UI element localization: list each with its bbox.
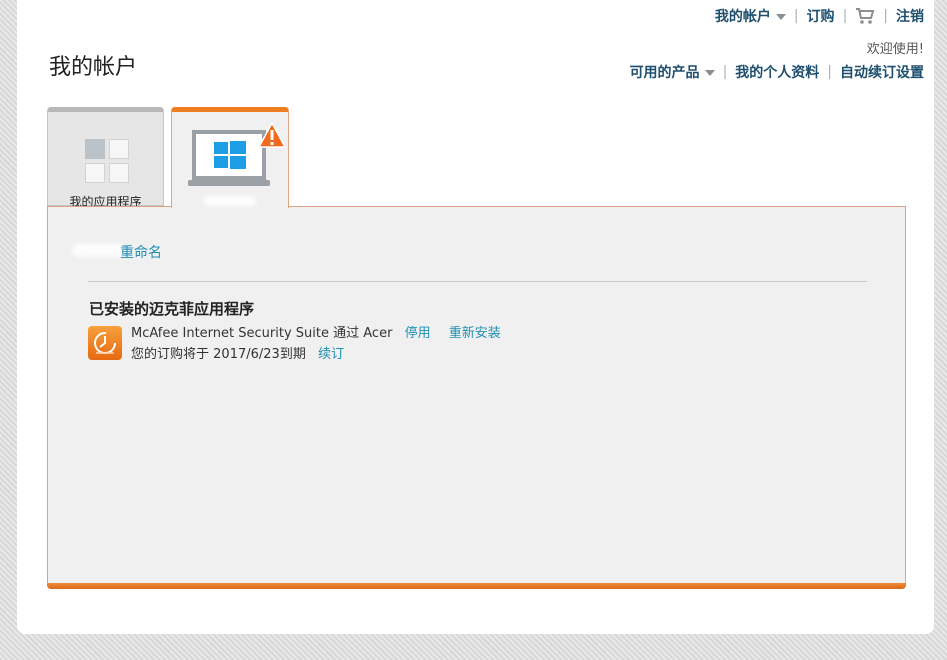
account-menu-label: 我的帐户 bbox=[714, 9, 771, 25]
expiry-prefix: 您的订购将于 bbox=[131, 347, 210, 362]
nav-divider: | bbox=[827, 64, 832, 80]
auto-renew-settings-link[interactable]: 自动续订设置 bbox=[840, 62, 924, 82]
renew-link[interactable]: 续订 bbox=[318, 347, 344, 362]
via-text: 通过 bbox=[333, 326, 360, 341]
nav-divider: | bbox=[842, 8, 848, 24]
sub-nav: 可用的产品 | 我的个人资料 | 自动续订设置 bbox=[630, 62, 924, 82]
installed-apps-title: 已安装的迈克菲应用程序 bbox=[89, 300, 255, 318]
account-menu[interactable]: 我的帐户 bbox=[715, 6, 786, 26]
nav-divider: | bbox=[883, 8, 888, 24]
available-products-label: 可用的产品 bbox=[629, 65, 700, 81]
page-title: 我的帐户 bbox=[49, 55, 138, 80]
tab-device[interactable] bbox=[171, 107, 289, 208]
logout-link[interactable]: 注销 bbox=[896, 6, 924, 26]
section-divider bbox=[88, 281, 867, 282]
nav-divider: | bbox=[722, 64, 728, 80]
welcome-text: 欢迎使用! bbox=[866, 42, 924, 57]
panel-bottom-bar bbox=[47, 583, 906, 589]
chevron-down-icon bbox=[704, 70, 715, 76]
device-name-redacted bbox=[72, 243, 124, 257]
top-nav: 我的帐户 | 订购 | | 注销 bbox=[715, 6, 924, 26]
rename-link[interactable]: 重命名 bbox=[120, 242, 162, 262]
account-page: 我的帐户 | 订购 | | 注销 欢迎使用! 可用的产品 | 我的个人资料 | … bbox=[17, 0, 934, 634]
apps-grid-icon bbox=[85, 139, 129, 183]
my-profile-link[interactable]: 我的个人资料 bbox=[735, 62, 819, 82]
chevron-down-icon bbox=[775, 14, 786, 20]
available-products-menu[interactable]: 可用的产品 bbox=[630, 62, 715, 82]
app-name: McAfee Internet Security Suite bbox=[131, 326, 329, 341]
expiry-row: 您的订购将于 2017/6/23到期 续订 bbox=[131, 343, 344, 362]
reinstall-link[interactable]: 重新安装 bbox=[449, 326, 501, 341]
disable-link[interactable]: 停用 bbox=[405, 326, 431, 341]
expiry-date: 2017/6/23 bbox=[213, 347, 280, 362]
expiry-suffix: 到期 bbox=[279, 347, 306, 362]
nav-divider: | bbox=[793, 8, 799, 24]
device-name-redacted bbox=[204, 196, 256, 206]
subscriptions-link[interactable]: 订购 bbox=[807, 6, 835, 26]
app-row: McAfee Internet Security Suite 通过 Acer 停… bbox=[131, 322, 501, 341]
device-panel: 重命名 已安装的迈克菲应用程序 McAfee Internet Security… bbox=[47, 206, 906, 589]
cart-icon[interactable] bbox=[855, 7, 875, 25]
vendor-name: Acer bbox=[363, 326, 393, 341]
warning-icon bbox=[258, 122, 286, 148]
mcafee-app-icon bbox=[88, 326, 122, 360]
tab-my-apps[interactable]: 我的应用程序 bbox=[47, 107, 164, 209]
